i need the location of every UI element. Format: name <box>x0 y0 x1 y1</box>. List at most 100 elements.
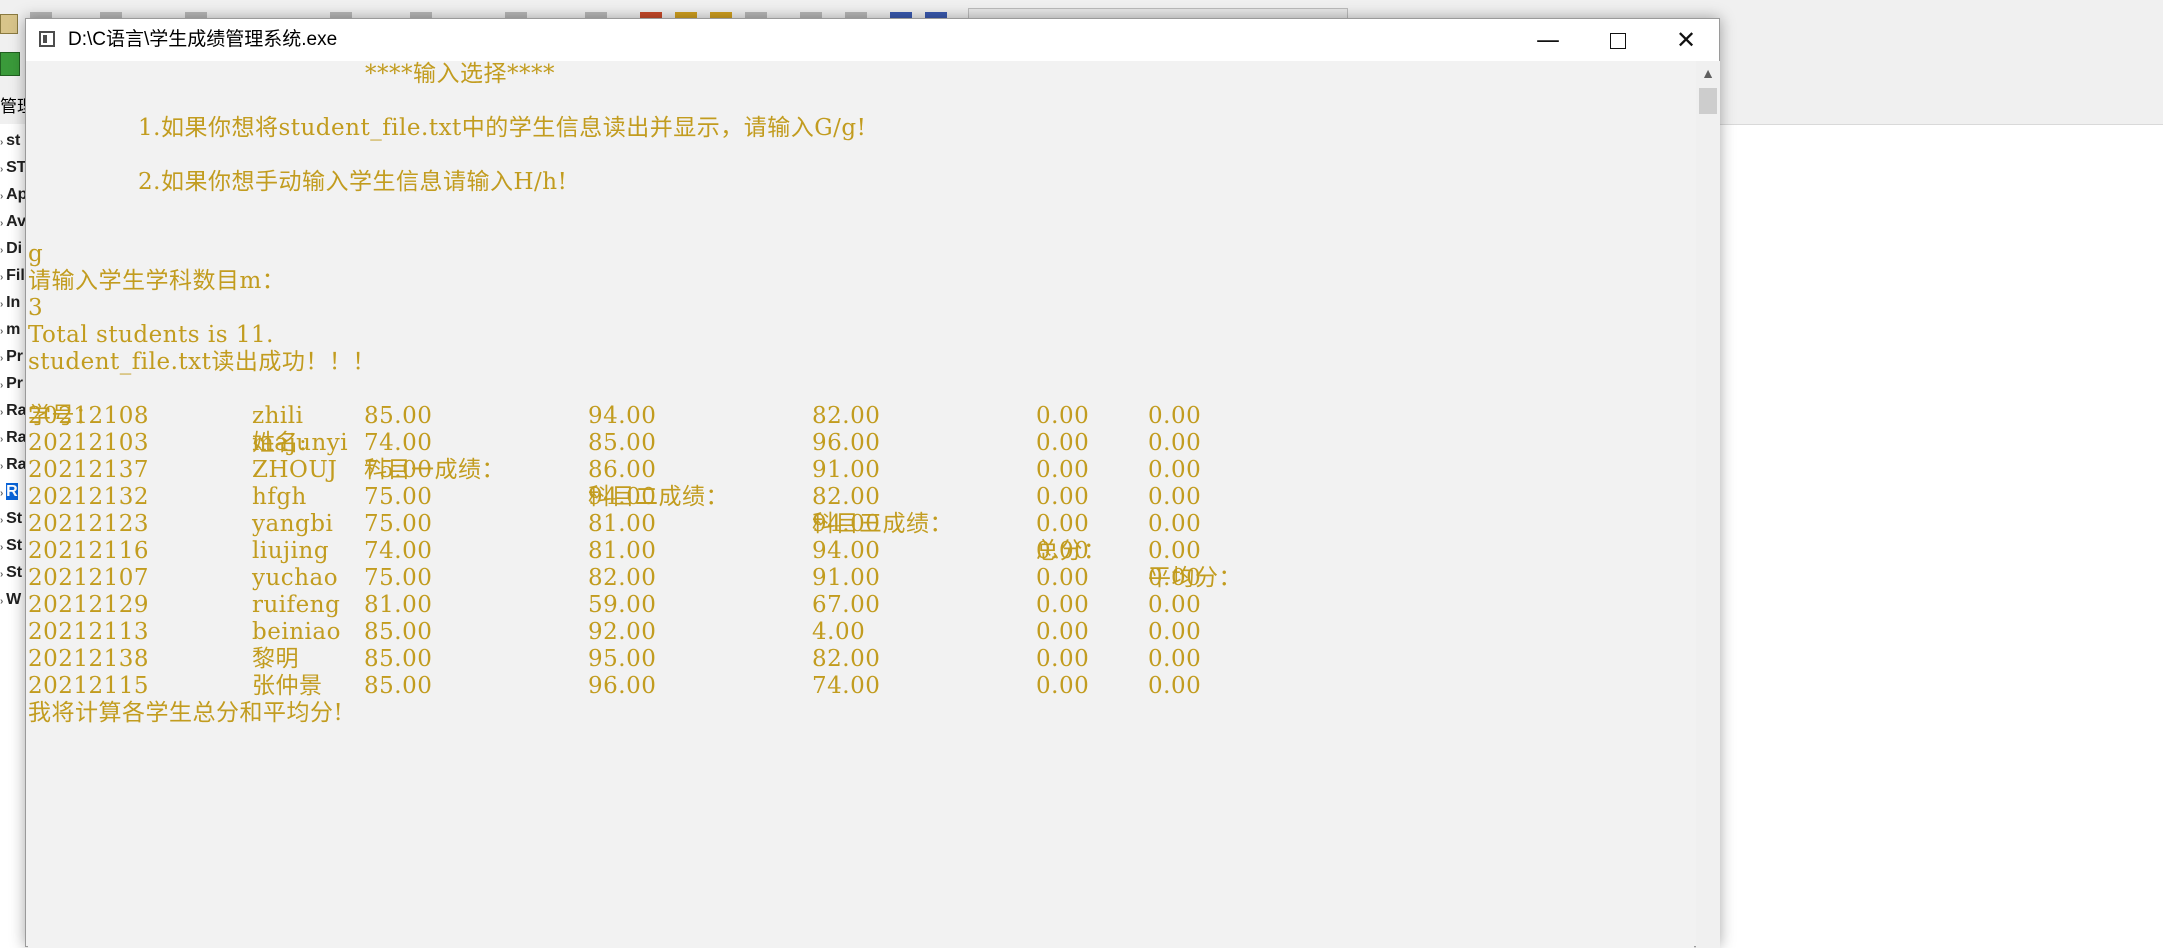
cell-name: yuchao <box>252 565 339 591</box>
cell-s1: 75.00 <box>364 565 433 591</box>
cell-id: 20212115 <box>28 673 150 699</box>
cell-avg: 0.00 <box>1148 592 1202 618</box>
class-view-item-label: Fil <box>6 267 25 284</box>
cell-s1: 75.00 <box>364 511 433 537</box>
cell-name: beiniao <box>252 619 341 645</box>
cell-s2: 59.00 <box>588 592 657 618</box>
cell-id: 20212116 <box>28 538 150 564</box>
cell-s1: 85.00 <box>364 673 433 699</box>
class-view-item-label: Di <box>6 240 23 257</box>
cell-s2: 95.00 <box>588 646 657 672</box>
user-input-subjects: 3 <box>28 295 44 321</box>
class-view-item-label: St <box>6 510 23 527</box>
cell-id: 20212103 <box>28 430 150 456</box>
cell-total: 0.00 <box>1036 403 1090 429</box>
total-students-line: Total students is 11. <box>28 322 274 348</box>
cell-id: 20212108 <box>28 403 150 429</box>
class-view-item-label: Pr <box>6 348 24 365</box>
title-bar[interactable]: D:\C语言\学生成绩管理系统.exe — ✕ <box>26 19 1719 61</box>
subject-count-prompt: 请输入学生学科数目m： <box>28 268 286 294</box>
close-icon: ✕ <box>1675 26 1697 54</box>
vertical-scrollbar[interactable]: ▲ <box>1696 61 1720 948</box>
cell-s1: 74.00 <box>364 538 433 564</box>
maximize-icon <box>1610 33 1626 49</box>
cell-s1: 81.00 <box>364 592 433 618</box>
cell-s2: 81.00 <box>588 511 657 537</box>
cell-total: 0.00 <box>1036 430 1090 456</box>
cell-id: 20212132 <box>28 484 150 510</box>
cell-s1: 74.00 <box>364 430 433 456</box>
class-view-item-label: st <box>6 132 21 149</box>
cell-s1: 85.00 <box>364 646 433 672</box>
scroll-up-icon[interactable]: ▲ <box>1696 61 1720 85</box>
menu-title: ****输入选择**** <box>365 61 555 87</box>
cell-s3: 91.00 <box>812 565 881 591</box>
cell-id: 20212123 <box>28 511 150 537</box>
cell-name: liujing <box>252 538 330 564</box>
cell-avg: 0.00 <box>1148 484 1202 510</box>
cell-avg: 0.00 <box>1148 565 1202 591</box>
cell-name: yangbi <box>252 511 334 537</box>
table-header: 学号： 姓名: 科目一成绩： 科目二成绩： 科目三成绩： 总分： 平均分： <box>28 376 1428 619</box>
edit-icon[interactable] <box>0 14 18 34</box>
cell-s3: 82.00 <box>812 484 881 510</box>
cell-avg: 0.00 <box>1148 457 1202 483</box>
cell-s3: 74.00 <box>812 673 881 699</box>
close-button[interactable]: ✕ <box>1651 19 1721 61</box>
class-view-item-label: St <box>6 537 23 554</box>
cell-id: 20212107 <box>28 565 150 591</box>
cell-name: ruifeng <box>252 592 341 618</box>
class-view-item-label: Ra <box>6 429 27 446</box>
cell-name: zhili <box>252 403 304 429</box>
user-input-choice: g <box>28 241 44 267</box>
cell-s3: 91.00 <box>812 457 881 483</box>
minimize-button[interactable]: — <box>1513 19 1583 61</box>
cell-s2: 86.00 <box>588 457 657 483</box>
cell-total: 0.00 <box>1036 538 1090 564</box>
minimize-icon: — <box>1536 26 1560 54</box>
cell-avg: 0.00 <box>1148 403 1202 429</box>
cell-total: 0.00 <box>1036 592 1090 618</box>
cell-s1: 75.00 <box>364 457 433 483</box>
read-success-line: student_file.txt读出成功！！！ <box>28 349 376 375</box>
cell-s3: 96.00 <box>812 430 881 456</box>
cell-s2: 81.00 <box>588 538 657 564</box>
cell-avg: 0.00 <box>1148 673 1202 699</box>
cell-id: 20212113 <box>28 619 150 645</box>
cell-total: 0.00 <box>1036 646 1090 672</box>
cell-s2: 92.00 <box>588 619 657 645</box>
menu-option-2: 2.如果你想手动输入学生信息请输入H/h! <box>138 169 568 195</box>
cell-avg: 0.00 <box>1148 646 1202 672</box>
cell-id: 20212129 <box>28 592 150 618</box>
class-view-item-label: R <box>6 483 18 500</box>
maximize-button[interactable] <box>1583 19 1653 61</box>
window-title: D:\C语言\学生成绩管理系统.exe <box>68 29 338 50</box>
console-app-icon <box>39 31 55 47</box>
cell-total: 0.00 <box>1036 457 1090 483</box>
cell-id: 20212137 <box>28 457 150 483</box>
cell-s1: 75.00 <box>364 484 433 510</box>
cell-name: 黎明 <box>252 646 299 672</box>
cell-s2: 94.00 <box>588 403 657 429</box>
cell-avg: 0.00 <box>1148 538 1202 564</box>
class-view-item-label: W <box>6 591 22 608</box>
console-window: D:\C语言\学生成绩管理系统.exe — ✕ ****输入选择**** 1.如… <box>25 18 1720 948</box>
run-icon[interactable] <box>0 52 20 76</box>
class-view-item-label: ST <box>6 159 27 176</box>
cell-s1: 85.00 <box>364 619 433 645</box>
cell-s1: 85.00 <box>364 403 433 429</box>
cell-s2: 94.00 <box>588 484 657 510</box>
cell-total: 0.00 <box>1036 673 1090 699</box>
cell-name: 张仲景 <box>252 673 323 699</box>
cell-s3: 67.00 <box>812 592 881 618</box>
cell-avg: 0.00 <box>1148 511 1202 537</box>
cell-name: ZHOUJ <box>252 457 338 483</box>
cell-total: 0.00 <box>1036 565 1090 591</box>
cell-avg: 0.00 <box>1148 430 1202 456</box>
console-output[interactable]: ****输入选择**** 1.如果你想将student_file.txt中的学生… <box>28 61 1694 948</box>
cell-total: 0.00 <box>1036 511 1090 537</box>
cell-s3: 82.00 <box>812 646 881 672</box>
scroll-thumb[interactable] <box>1699 88 1717 114</box>
class-view-item-label: Av <box>6 213 26 230</box>
class-view-item-label: In <box>6 294 21 311</box>
